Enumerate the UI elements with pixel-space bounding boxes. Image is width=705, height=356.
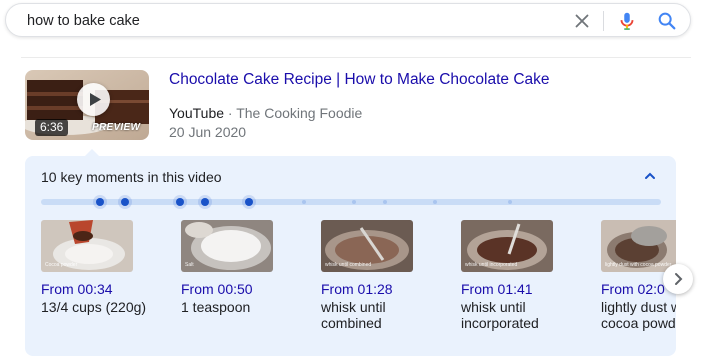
clear-icon[interactable] [571,10,593,32]
moment-thumbnail: lightly dust with cocoa powder [601,220,676,272]
moment-thumb-caption: whisk until incorporated [465,262,518,268]
search-bar: how to bake cake [5,3,691,37]
timeline-marker[interactable] [245,198,253,206]
search-icon[interactable] [656,10,678,32]
chevron-up-icon[interactable] [642,168,658,184]
source-channel: The Cooking Foodie [236,105,363,121]
moment-time-link[interactable]: From 01:41 [461,281,595,297]
moments-timeline[interactable] [41,198,661,206]
moment-thumbnail: Cocoa powder [41,220,133,272]
play-icon[interactable] [77,83,110,116]
timeline-marker[interactable] [433,200,437,204]
search-divider [603,11,604,31]
moment-label: 13/4 cups (220g) [41,299,147,315]
moment-label: whisk until combined [321,299,386,331]
key-moments-panel: 10 key moments in this video Cocoa powde… [25,156,676,356]
result-source: YouTube · The Cooking Foodie [169,105,362,121]
timeline-marker[interactable] [302,200,306,204]
moment-thumb-caption: whisk until combined [325,262,372,268]
moment-time-link[interactable]: From 00:50 [181,281,315,297]
moment-label: 1 teaspoon [181,299,251,315]
moment-thumbnail: whisk until incorporated [461,220,553,272]
search-input[interactable]: how to bake cake [27,13,140,29]
key-moment-item[interactable]: Cocoa powder From 00:34 13/4 cups (220g) [41,220,175,315]
moment-time-link[interactable]: From 00:34 [41,281,175,297]
source-separator: · [224,105,237,121]
key-moments-header: 10 key moments in this video [41,169,222,185]
timeline-marker[interactable] [201,198,209,206]
timeline-marker[interactable] [508,200,512,204]
source-site: YouTube [169,105,225,121]
timeline-marker[interactable] [121,198,129,206]
key-moment-item[interactable]: whisk until combined From 01:28 whisk un… [321,220,455,331]
next-moments-button[interactable] [663,264,693,294]
video-thumbnail[interactable]: 6:36 PREVIEW [25,70,149,140]
header-divider [21,57,691,58]
key-moment-item[interactable]: Salt From 00:50 1 teaspoon [181,220,315,315]
moment-thumbnail: whisk until combined [321,220,413,272]
preview-label: PREVIEW [92,122,141,133]
moment-label: lightly dust with cocoa powder [601,299,676,331]
moment-thumb-caption: Cocoa powder [45,262,78,268]
key-moment-item[interactable]: whisk until incorporated From 01:41 whis… [461,220,595,331]
result-title-link[interactable]: Chocolate Cake Recipe | How to Make Choc… [169,71,550,89]
panel-pointer [85,149,99,156]
moment-thumbnail: Salt [181,220,273,272]
moment-thumb-caption: lightly dust with cocoa powder [605,262,672,268]
result-date: 20 Jun 2020 [169,124,247,140]
duration-badge: 6:36 [35,119,69,136]
timeline-marker[interactable] [176,198,184,206]
timeline-marker[interactable] [383,200,387,204]
timeline-marker[interactable] [96,198,104,206]
moment-thumb-caption: Salt [185,262,194,268]
chevron-right-icon [675,273,683,285]
moment-time-link[interactable]: From 01:28 [321,281,455,297]
moment-label: whisk until incorporated [461,299,539,331]
microphone-icon[interactable] [616,10,638,32]
timeline-marker[interactable] [352,200,356,204]
